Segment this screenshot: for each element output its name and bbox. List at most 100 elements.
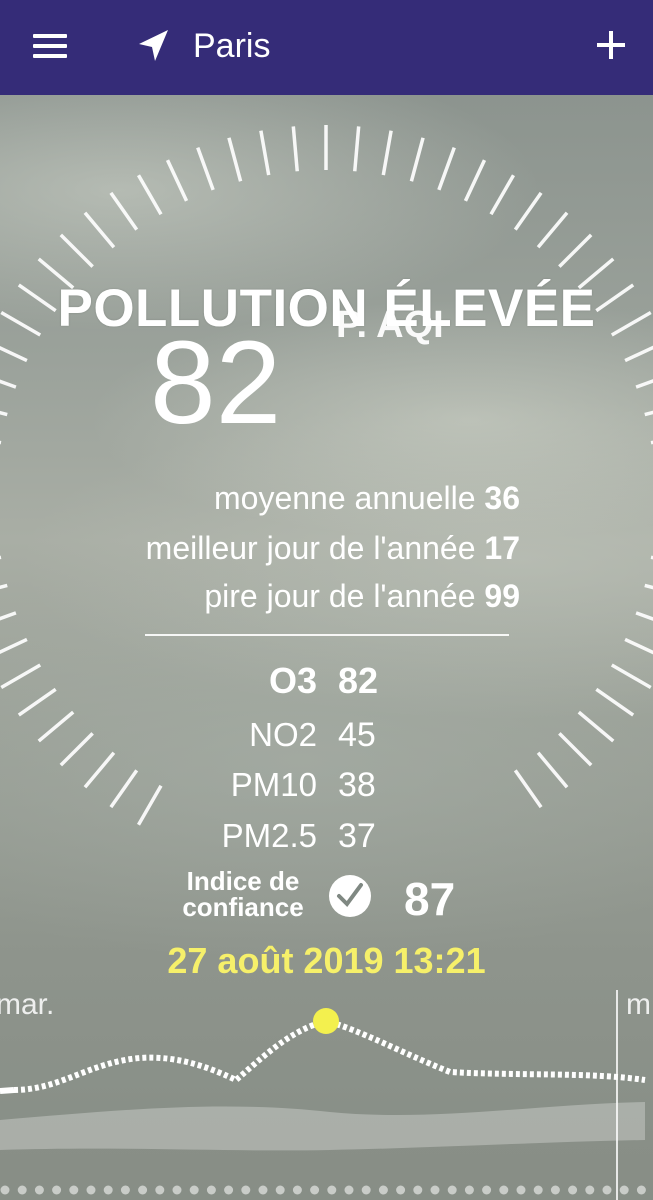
gauge-tick [259, 130, 271, 176]
page-dot [189, 1185, 199, 1195]
gauge-tick [59, 732, 94, 767]
gauge-tick [635, 379, 653, 389]
stat-value: 99 [484, 578, 520, 614]
forecast-line-past [0, 1087, 15, 1094]
page-dot [413, 1185, 423, 1195]
plus-icon-bar [597, 43, 625, 47]
page-dot [516, 1185, 526, 1195]
check-circle-icon [329, 875, 371, 917]
forecast-band [0, 1102, 645, 1151]
gauge-tick [0, 346, 28, 363]
gauge-tick [0, 555, 2, 560]
page-dot [550, 1185, 560, 1195]
gauge-tick [136, 784, 163, 826]
confidence-info-button[interactable] [327, 873, 373, 919]
pollution-level-title: POLLUTION ÉLEVÉE [57, 279, 596, 338]
pollutant-name-no2: NO2 [249, 716, 317, 753]
divider [145, 634, 509, 636]
aqi-value: 82 [150, 317, 282, 449]
pollutant-name-pm25: PM2.5 [221, 817, 317, 854]
page-dot [224, 1185, 234, 1195]
page-dot [464, 1185, 474, 1195]
gauge-tick [0, 663, 42, 690]
page-dot [138, 1185, 148, 1195]
current-time-marker[interactable] [313, 1008, 339, 1034]
gauge-tick [109, 769, 139, 809]
pollutant-name-o3: O3 [268, 660, 317, 701]
page-dot [378, 1185, 388, 1195]
stat-label: pire jour de l'année [204, 578, 476, 614]
gauge-tick [577, 710, 615, 743]
pollutant-value-no2: 45 [338, 716, 376, 754]
page-dot [103, 1185, 113, 1195]
pollutant-value-o3: 82 [338, 660, 379, 701]
add-city-button[interactable] [594, 28, 628, 62]
page-dot [447, 1185, 457, 1195]
gauge-tick [624, 637, 653, 655]
aqi-gauge [0, 125, 653, 826]
page-dot [52, 1185, 62, 1195]
stat-value: 17 [484, 530, 520, 566]
gauge-tick [0, 583, 8, 590]
forecast-curve[interactable] [0, 990, 653, 1200]
page-dot [0, 1185, 10, 1195]
page-dot [155, 1185, 165, 1195]
page-dot [344, 1185, 354, 1195]
gauge-tick [513, 769, 543, 809]
page-dot [396, 1185, 406, 1195]
gauge-tick [59, 233, 94, 268]
pollutant-name-pm10: PM10 [230, 766, 317, 803]
gauge-tick [644, 410, 653, 417]
page-dot [34, 1185, 44, 1195]
stat-worst-day: pire jour de l'année 99 [204, 578, 520, 615]
pollutant-value-pm25: 37 [338, 817, 376, 855]
stat-label: meilleur jour de l'année [145, 530, 476, 566]
confidence-label: Indice de confiance [182, 868, 304, 922]
city-name[interactable]: Paris [193, 24, 270, 68]
gauge-tick [0, 637, 28, 654]
page-dot [206, 1185, 216, 1195]
stat-annual-average: moyenne annuelle 36 [214, 480, 520, 517]
gauge-tick [353, 126, 361, 172]
stat-best-day: meilleur jour de l'année 17 [146, 530, 520, 567]
gauge-tick [489, 174, 516, 216]
gauge-tick [83, 751, 116, 789]
gauge-tick [17, 687, 57, 717]
menu-button[interactable] [30, 28, 70, 68]
gauge-tick [196, 147, 215, 191]
page-dot [482, 1185, 492, 1195]
stat-value: 36 [484, 480, 520, 516]
gauge-tick [610, 663, 652, 690]
gauge-tick [136, 174, 163, 216]
page-dot [568, 1185, 578, 1195]
top-app-bar: Paris [0, 0, 653, 95]
gauge-tick [381, 130, 393, 176]
page-dot [120, 1185, 130, 1195]
measurement-datetime: 27 août 2019 13:21 [167, 940, 486, 981]
page-dot [430, 1185, 440, 1195]
page-dot [275, 1185, 285, 1195]
gauge-tick [83, 211, 116, 249]
gauge-tick [0, 611, 17, 621]
page-dot [172, 1185, 182, 1195]
page-dot [619, 1185, 629, 1195]
gauge-tick [513, 191, 543, 231]
aqi-scale-label: P. AQI [336, 304, 444, 346]
page-dot [258, 1185, 268, 1195]
gauge-tick [463, 159, 487, 202]
gauge-tick [227, 137, 243, 182]
pollutant-value-pm10: 38 [338, 766, 376, 804]
location-button[interactable] [135, 25, 175, 67]
page-dot [292, 1185, 302, 1195]
page-dot [636, 1185, 646, 1195]
gauge-tick [0, 440, 2, 445]
hamburger-menu-icon [33, 34, 67, 38]
gauge-tick [165, 159, 189, 202]
gauge-tick [644, 583, 653, 590]
gauge-tick [635, 611, 653, 621]
stat-label: moyenne annuelle [213, 480, 476, 516]
page-dot [69, 1185, 79, 1195]
page-dot [327, 1185, 337, 1195]
navigation-arrow-icon [139, 30, 168, 61]
gauge-tick [536, 211, 569, 249]
